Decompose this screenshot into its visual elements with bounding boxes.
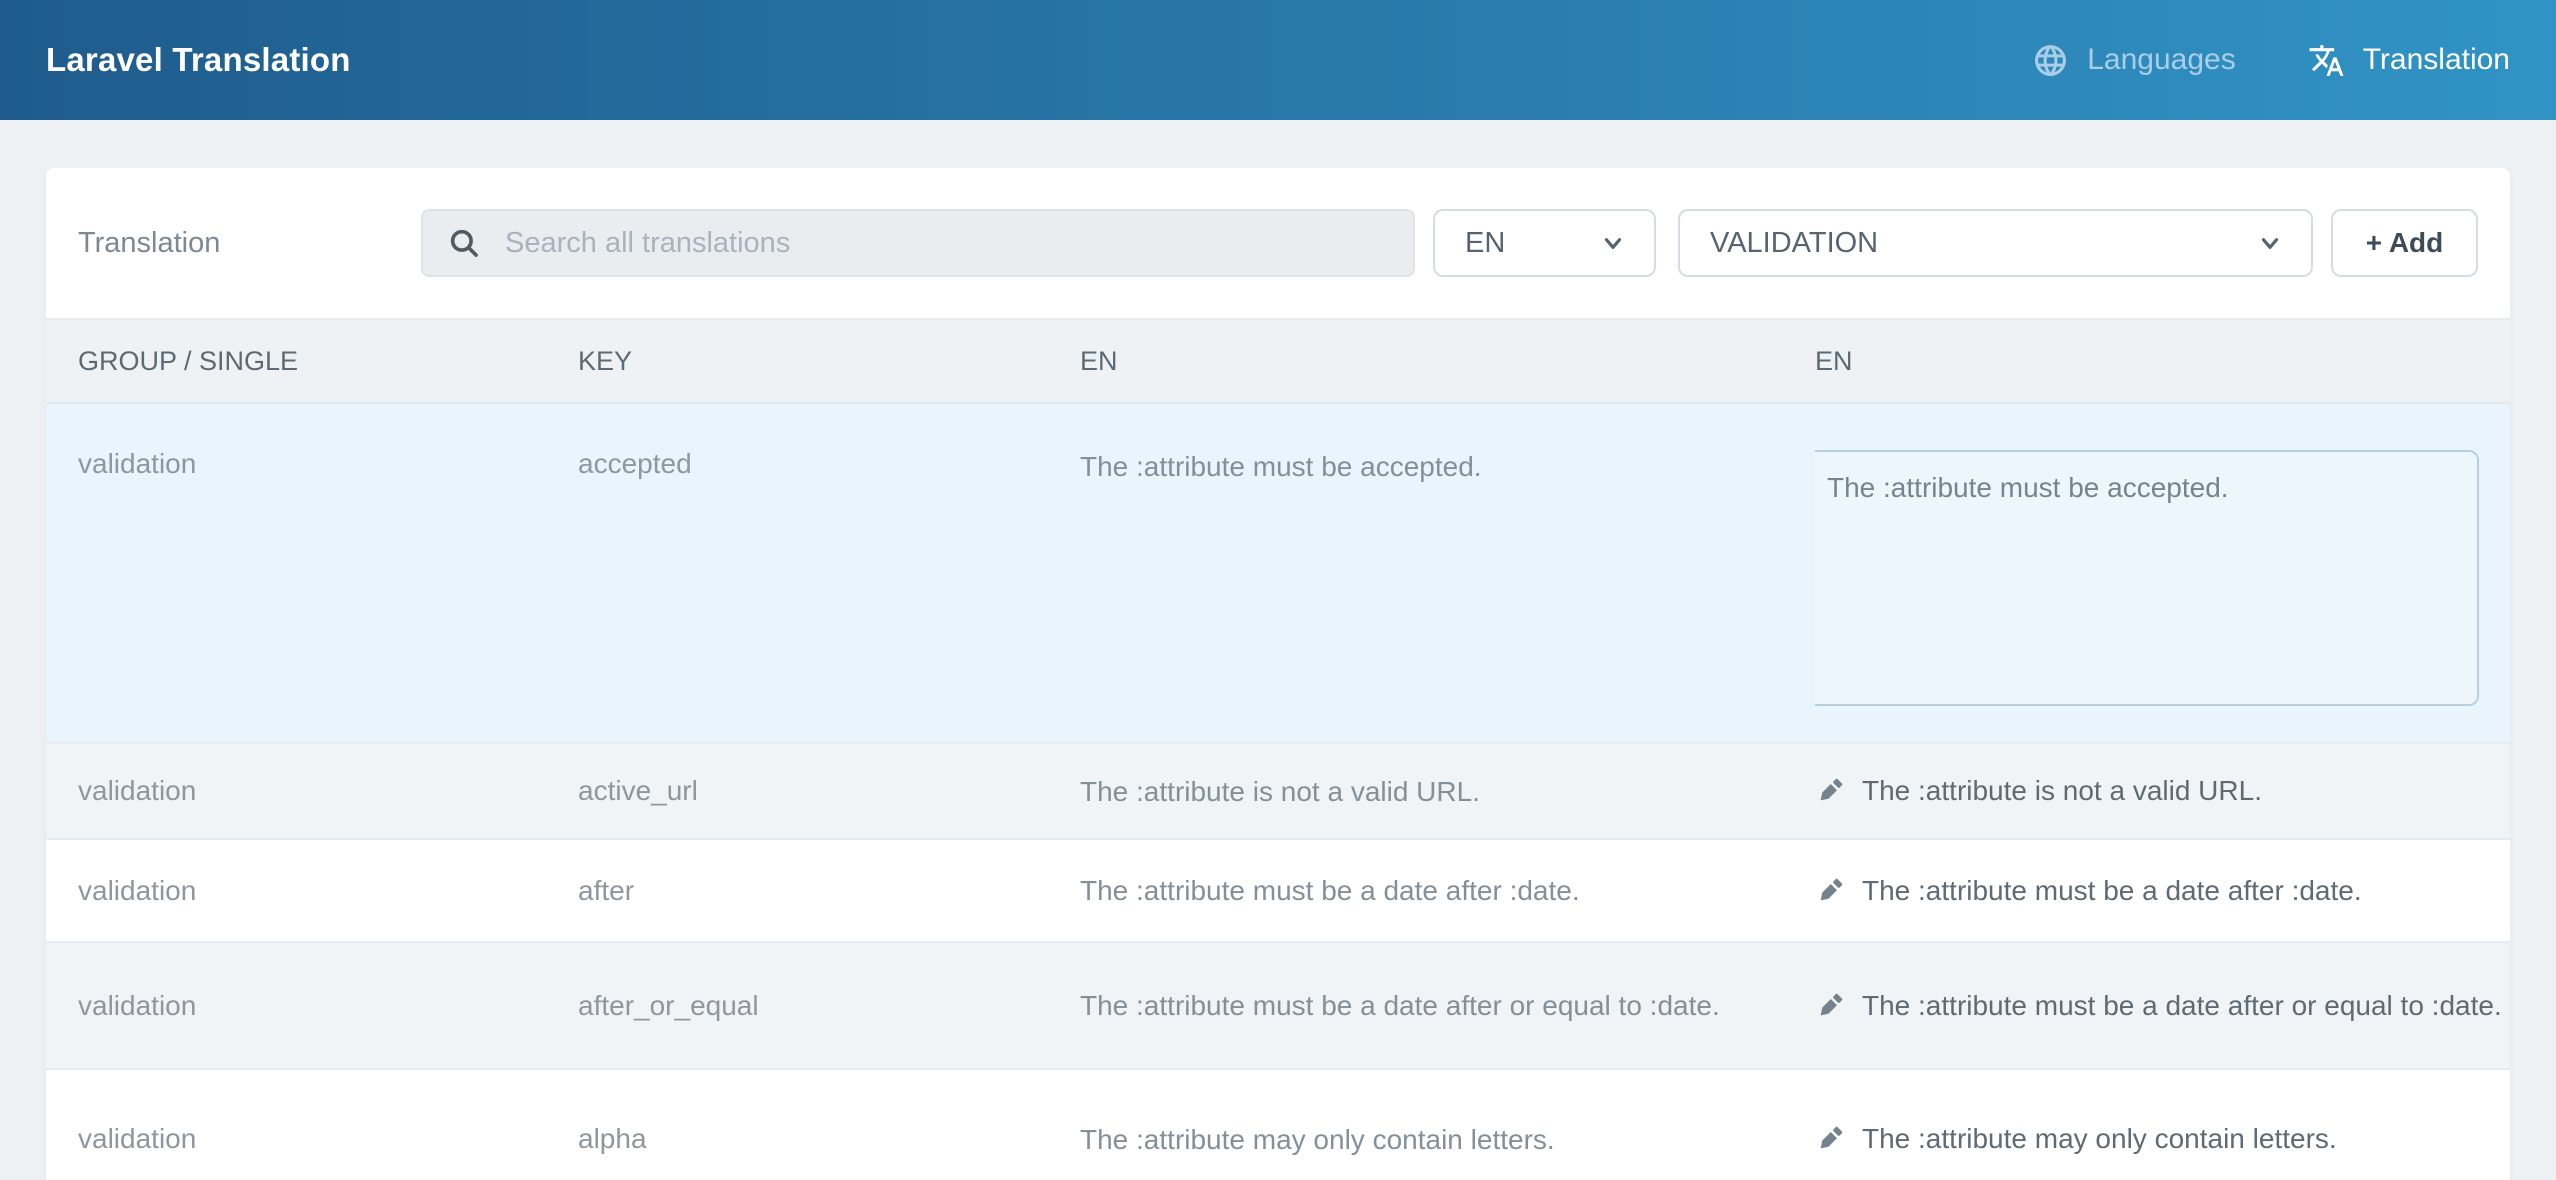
translation-display[interactable]: The :attribute must be a date after :dat…: [1815, 875, 2510, 907]
cell-group: validation: [46, 775, 578, 807]
source-text: The :attribute must be accepted.: [1080, 451, 1482, 482]
key-text: after: [578, 875, 634, 906]
group-text: validation: [78, 875, 196, 906]
cell-group: validation: [46, 875, 578, 907]
search-icon: [447, 226, 481, 260]
translation-text[interactable]: The :attribute is not a valid URL.: [1862, 775, 2262, 807]
nav-item-label: Translation: [2363, 43, 2510, 77]
cell-source: The :attribute may only contain letters.: [1080, 1121, 1815, 1158]
column-header-key: KEY: [578, 346, 1080, 377]
cell-group: validation: [46, 1123, 578, 1155]
cell-source: The :attribute must be a date after :dat…: [1080, 872, 1815, 909]
search-input[interactable]: [421, 209, 1415, 277]
search-box: [421, 209, 1415, 277]
edit-pencil-icon[interactable]: [1815, 1124, 1845, 1154]
table-row: validation active_url The :attribute is …: [46, 742, 2510, 838]
source-text: The :attribute may only contain letters.: [1080, 1124, 1555, 1155]
column-header-group: GROUP / SINGLE: [46, 346, 578, 377]
nav-item-label: Languages: [2087, 43, 2235, 77]
table-row: validation after The :attribute must be …: [46, 838, 2510, 941]
cell-key: active_url: [578, 775, 1080, 807]
nav-item-languages[interactable]: Languages: [2032, 42, 2235, 79]
toolbar: Translation EN VALIDATION + Add: [46, 168, 2510, 318]
panel-title: Translation: [78, 227, 421, 260]
cell-translation: The :attribute must be a date after or e…: [1815, 990, 2510, 1022]
cell-translation: The :attribute is not a valid URL. The :…: [1815, 775, 2510, 807]
globe-icon: [2032, 42, 2069, 79]
add-button[interactable]: + Add: [2331, 209, 2478, 277]
group-text: validation: [78, 448, 196, 479]
source-text: The :attribute must be a date after :dat…: [1080, 875, 1580, 906]
cell-source: The :attribute must be accepted.: [1080, 448, 1815, 485]
translation-display[interactable]: The :attribute may only contain letters.: [1815, 1123, 2510, 1155]
nav-links: Languages Translation: [2032, 42, 2510, 79]
locale-select-value: EN: [1465, 227, 1505, 260]
cell-source: The :attribute is not a valid URL.: [1080, 773, 1815, 810]
group-text: validation: [78, 990, 196, 1021]
cell-key: accepted: [578, 448, 1080, 480]
key-text: accepted: [578, 448, 692, 479]
cell-key: after: [578, 875, 1080, 907]
locale-select[interactable]: EN: [1433, 209, 1656, 277]
group-select-value: VALIDATION: [1710, 227, 1878, 260]
app-title[interactable]: Laravel Translation: [46, 41, 351, 79]
column-header-source-locale: EN: [1080, 346, 1815, 377]
key-text: alpha: [578, 1123, 647, 1154]
translation-panel: Translation EN VALIDATION + Add GROUP / …: [46, 168, 2510, 1180]
translation-display[interactable]: The :attribute is not a valid URL.: [1815, 775, 2510, 807]
top-navbar: Laravel Translation Languages Translatio…: [0, 0, 2556, 120]
group-text: validation: [78, 1123, 196, 1154]
edit-pencil-icon[interactable]: [1815, 776, 1845, 806]
translation-text[interactable]: The :attribute must be a date after :dat…: [1862, 875, 2362, 907]
table-row: validation after_or_equal The :attribute…: [46, 941, 2510, 1068]
group-text: validation: [78, 775, 196, 806]
source-text: The :attribute must be a date after or e…: [1080, 990, 1720, 1021]
chevron-down-icon: [2257, 230, 2283, 256]
translation-textarea[interactable]: The :attribute must be accepted.: [1815, 450, 2479, 706]
translate-icon: [2308, 42, 2345, 79]
key-text: after_or_equal: [578, 990, 759, 1021]
cell-translation: The :attribute must be a date after :dat…: [1815, 875, 2510, 907]
translation-text[interactable]: The :attribute must be a date after or e…: [1862, 990, 2502, 1022]
cell-group: validation: [46, 448, 578, 480]
cell-translation: The :attribute must be accepted. The :at…: [1815, 448, 2510, 706]
cell-key: after_or_equal: [578, 990, 1080, 1022]
chevron-down-icon: [1600, 230, 1626, 256]
cell-translation: The :attribute may only contain letters.…: [1815, 1123, 2510, 1155]
source-text: The :attribute is not a valid URL.: [1080, 776, 1480, 807]
table-row: validation accepted The :attribute must …: [46, 404, 2510, 742]
cell-group: validation: [46, 990, 578, 1022]
translation-text[interactable]: The :attribute may only contain letters.: [1862, 1123, 2337, 1155]
nav-item-translation[interactable]: Translation: [2308, 42, 2510, 79]
edit-pencil-icon[interactable]: [1815, 991, 1845, 1021]
table-body: validation accepted The :attribute must …: [46, 404, 2510, 1180]
table-row: validation alpha The :attribute may only…: [46, 1068, 2510, 1180]
group-select[interactable]: VALIDATION: [1678, 209, 2313, 277]
column-header-target-locale: EN: [1815, 346, 2510, 377]
cell-key: alpha: [578, 1123, 1080, 1155]
key-text: active_url: [578, 775, 698, 806]
translation-display[interactable]: The :attribute must be a date after or e…: [1815, 990, 2510, 1022]
edit-pencil-icon[interactable]: [1815, 876, 1845, 906]
cell-source: The :attribute must be a date after or e…: [1080, 987, 1815, 1024]
table-header: GROUP / SINGLE KEY EN EN: [46, 318, 2510, 404]
